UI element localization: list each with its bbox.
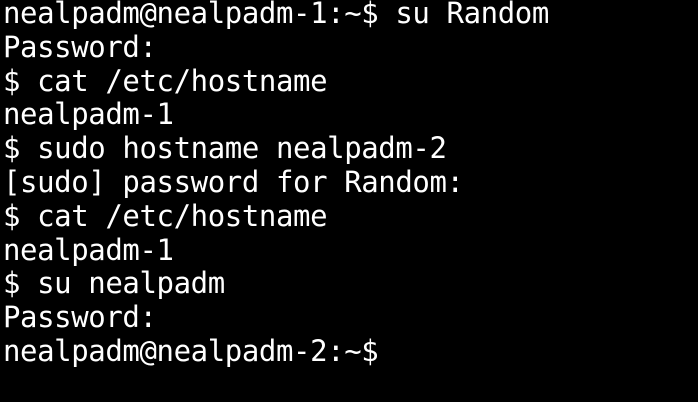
terminal-line-sudo-hostname: $ sudo hostname nealpadm-2 bbox=[3, 131, 447, 166]
terminal-line-su-random: nealpadm@nealpadm-1:~$ su Random bbox=[3, 0, 549, 30]
terminal-line-password-prompt: Password: bbox=[3, 29, 157, 64]
terminal-line-cat-hostname-again: $ cat /etc/hostname bbox=[3, 198, 328, 233]
terminal-line-password-prompt-2: Password: bbox=[3, 300, 157, 335]
terminal-line-current-prompt[interactable]: nealpadm@nealpadm-2:~$ bbox=[3, 334, 698, 370]
terminal-window[interactable]: nealpadm@nealpadm-1:~$ su Random Passwor… bbox=[0, 0, 698, 402]
terminal-line-cat-hostname: $ cat /etc/hostname bbox=[3, 63, 328, 98]
terminal-line-sudo-password-prompt: [sudo] password for Random: bbox=[3, 164, 464, 199]
terminal-line-su-nealpadm: $ su nealpadm bbox=[3, 266, 225, 301]
terminal-line-hostname-output: nealpadm-1 bbox=[3, 97, 174, 132]
terminal-line-hostname-output-again: nealpadm-1 bbox=[3, 232, 174, 267]
